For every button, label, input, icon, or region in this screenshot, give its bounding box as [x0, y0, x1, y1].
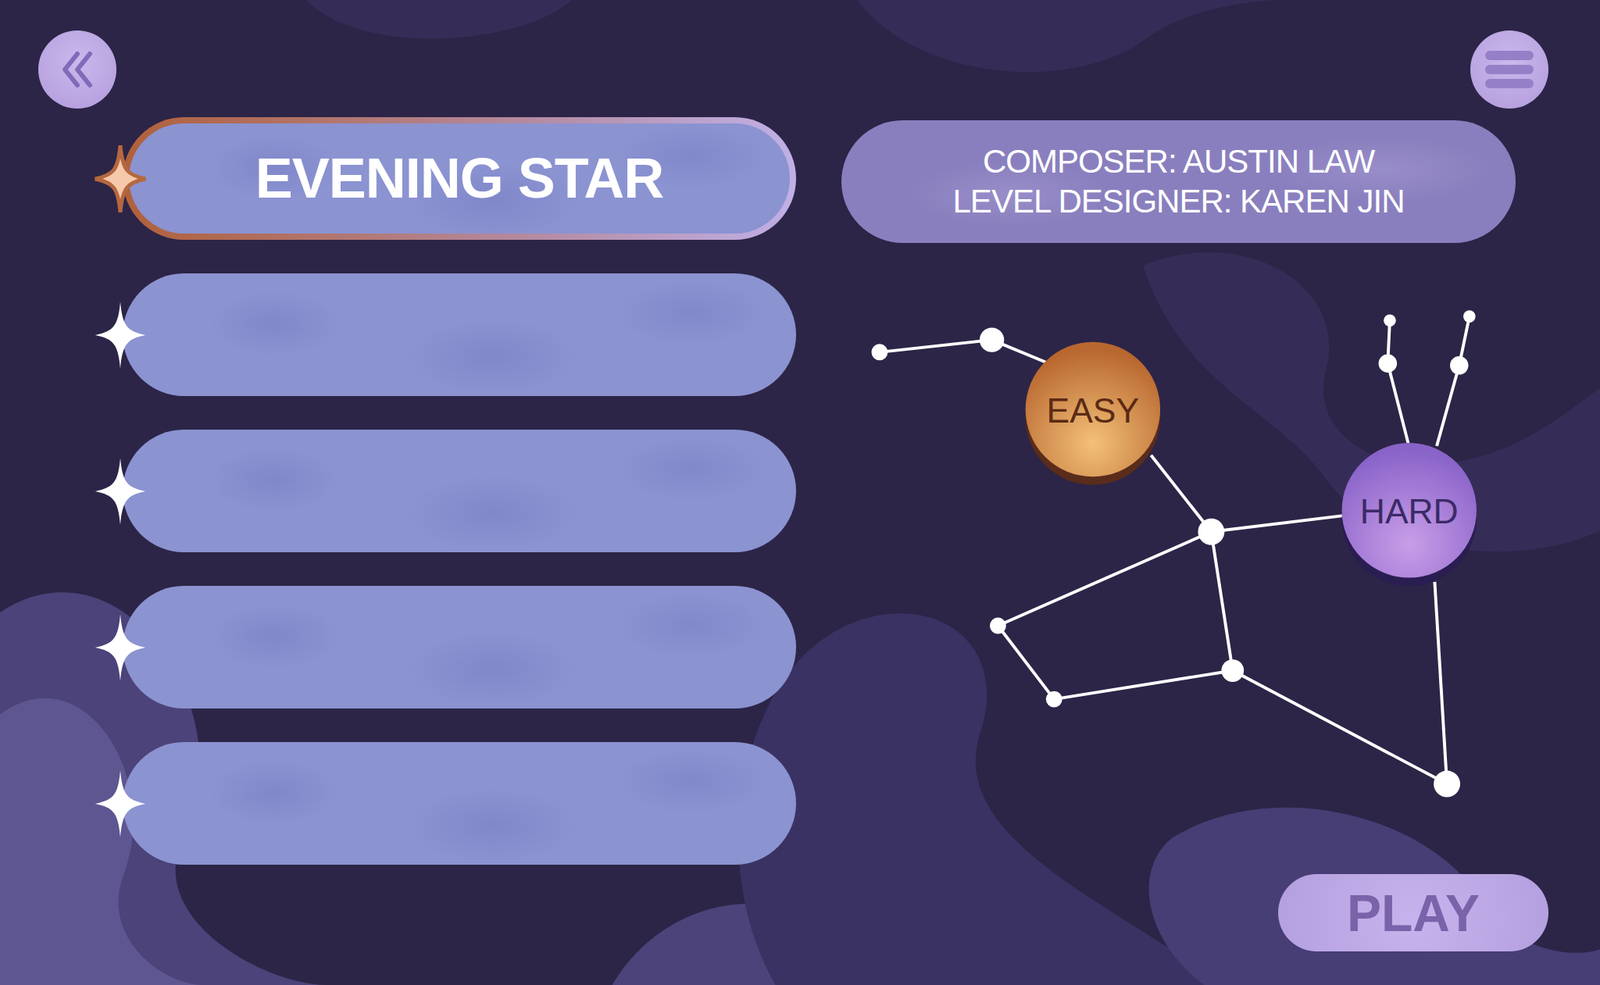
constellation-star [979, 327, 1004, 352]
song-list: EVENING STAR [0, 117, 797, 985]
constellation-star [1433, 771, 1461, 798]
constellation-star [871, 343, 888, 361]
constellation-star [1450, 356, 1469, 375]
double-chevron-left-icon [57, 49, 98, 90]
difficulty-button[interactable]: EASY [1025, 342, 1161, 486]
constellation-star [1463, 310, 1476, 323]
credits-card: COMPOSER: AUSTIN LAWLEVEL DESIGNER: KARE… [841, 120, 1516, 243]
song-item[interactable] [122, 742, 797, 865]
song-item[interactable] [122, 585, 797, 709]
constellation-star [1221, 659, 1244, 683]
sparkle-icon [92, 299, 148, 372]
detail-panel: COMPOSER: AUSTIN LAWLEVEL DESIGNER: KARE… [796, 117, 1600, 985]
constellation-line [1210, 532, 1233, 672]
constellation-line [1210, 515, 1345, 533]
constellation-line [1150, 455, 1211, 533]
sparkle-icon [92, 611, 148, 684]
sparkle-icon [92, 455, 148, 528]
constellation-line [879, 339, 993, 353]
constellation-line [997, 532, 1211, 626]
difficulty-constellation: EASY HARD [0, 0, 1600, 985]
song-select-screen: EASY HARD EVENING STAR COMPOSER: AUSTIN L… [0, 0, 1600, 985]
song-item[interactable]: EVENING STAR [122, 117, 797, 240]
song-item[interactable] [122, 429, 797, 553]
constellation-star [1378, 353, 1398, 373]
constellation-line [1232, 671, 1447, 785]
sparkle-icon [92, 142, 148, 215]
constellation-star [1197, 518, 1225, 546]
top-bar [0, 0, 1600, 118]
constellation-star [989, 617, 1007, 635]
song-title: EVENING STAR [255, 147, 665, 210]
song-row [122, 273, 797, 397]
credit-line: COMPOSER: AUSTIN LAW [982, 142, 1375, 182]
difficulty-button[interactable]: HARD [1342, 442, 1477, 586]
constellation-star [1383, 314, 1397, 327]
constellation-line [1434, 582, 1447, 785]
constellation-line [1387, 363, 1408, 443]
constellation-line [1436, 365, 1460, 447]
svg-text:HARD: HARD [1360, 492, 1459, 531]
constellation-star [1046, 691, 1063, 708]
credit-line: LEVEL DESIGNER: KAREN JIN [953, 182, 1405, 222]
song-row: EVENING STAR [122, 117, 797, 240]
svg-text:EASY: EASY [1046, 391, 1140, 430]
menu-button[interactable] [1470, 30, 1549, 109]
constellation-line [1053, 671, 1233, 700]
song-item[interactable] [122, 273, 797, 397]
constellation-line [997, 625, 1054, 700]
hamburger-icon [1483, 47, 1536, 92]
song-row [122, 429, 797, 553]
sparkle-icon [92, 767, 148, 840]
song-row [122, 585, 797, 709]
song-row [122, 742, 797, 865]
play-button[interactable]: PLAY [1278, 874, 1549, 952]
back-button[interactable] [38, 30, 117, 109]
